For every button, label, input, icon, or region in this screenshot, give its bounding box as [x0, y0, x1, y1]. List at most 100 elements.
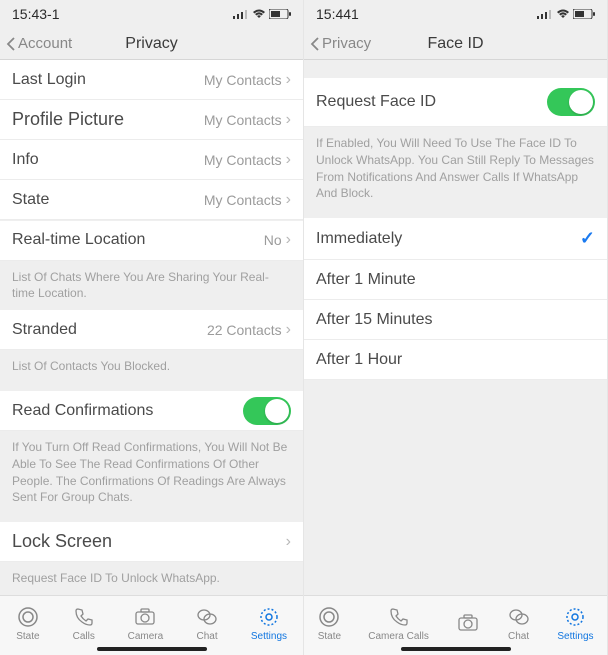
- row-label: After 1 Minute: [316, 271, 416, 289]
- state-icon: [317, 605, 341, 629]
- faceid-screen: 15:441 Privacy Face ID Request Face ID: [304, 0, 608, 655]
- nav-bar: Privacy Face ID: [304, 28, 607, 60]
- state-icon: [16, 605, 40, 629]
- read-confirmations-toggle[interactable]: [243, 397, 291, 425]
- row-label: State: [12, 191, 49, 209]
- row-value: 22 Contacts›: [207, 321, 291, 339]
- chevron-right-icon: ›: [286, 191, 291, 209]
- row-immediately[interactable]: Immediately ✓: [304, 218, 607, 260]
- battery-icon: [269, 9, 291, 19]
- row-value: My Contacts›: [204, 111, 291, 129]
- tab-chat[interactable]: Chat: [507, 605, 531, 642]
- chevron-right-icon: ›: [286, 71, 291, 89]
- chevron-right-icon: ›: [286, 151, 291, 169]
- tab-label: Settings: [557, 631, 593, 642]
- row-label: Real-time Location: [12, 231, 145, 249]
- tab-label: Camera Calls: [368, 631, 429, 642]
- row-label: Info: [12, 151, 39, 169]
- tab-calls[interactable]: Camera Calls: [368, 605, 429, 642]
- wifi-icon: [556, 9, 570, 19]
- tab-bar: State Calls Camera Chat Settings: [0, 595, 303, 655]
- tab-label: Settings: [251, 631, 287, 642]
- lock-screen-desc: Request Face ID To Unlock WhatsApp.: [0, 562, 303, 595]
- request-faceid-toggle[interactable]: [547, 88, 595, 116]
- chat-icon: [195, 605, 219, 629]
- status-icons: [537, 9, 595, 19]
- row-after-1-hour[interactable]: After 1 Hour: [304, 340, 607, 380]
- battery-icon: [573, 9, 595, 19]
- row-profile-picture[interactable]: Profile Picture My Contacts›: [0, 100, 303, 140]
- status-bar: 15:43-1: [0, 0, 303, 28]
- tab-settings[interactable]: Settings: [557, 605, 593, 642]
- row-info[interactable]: Info My Contacts›: [0, 140, 303, 180]
- phone-icon: [72, 605, 96, 629]
- nav-title: Privacy: [125, 35, 177, 53]
- home-indicator: [401, 647, 511, 651]
- status-time: 15:43-1: [12, 6, 59, 22]
- back-button[interactable]: Account: [6, 35, 72, 52]
- tab-label: Chat: [508, 631, 529, 642]
- row-value: My Contacts›: [204, 71, 291, 89]
- row-value: My Contacts›: [204, 191, 291, 209]
- read-confirm-desc: If You Turn Off Read Confirmations, You …: [0, 431, 303, 522]
- chevron-right-icon: ›: [286, 111, 291, 129]
- row-label: After 15 Minutes: [316, 311, 433, 329]
- row-value: No›: [264, 231, 291, 249]
- row-lock-screen[interactable]: Lock Screen ›: [0, 522, 303, 562]
- chat-icon: [507, 605, 531, 629]
- tab-camera[interactable]: Camera: [128, 605, 164, 642]
- row-label: Last Login: [12, 71, 86, 89]
- privacy-screen: 15:43-1 Account Privacy Last Login My Co…: [0, 0, 304, 655]
- camera-icon: [456, 611, 480, 635]
- tab-camera[interactable]: [456, 611, 480, 637]
- chevron-right-icon: ›: [286, 321, 291, 339]
- chevron-left-icon: [310, 36, 320, 52]
- row-label: Profile Picture: [12, 109, 124, 130]
- tab-label: Calls: [73, 631, 95, 642]
- back-button[interactable]: Privacy: [310, 35, 371, 52]
- nav-title: Face ID: [427, 35, 483, 53]
- tab-state[interactable]: State: [317, 605, 341, 642]
- request-faceid-desc: If Enabled, You Will Need To Use The Fac…: [304, 127, 607, 218]
- tab-label: State: [318, 631, 341, 642]
- gear-icon: [563, 605, 587, 629]
- content: Request Face ID If Enabled, You Will Nee…: [304, 60, 607, 595]
- status-bar: 15:441: [304, 0, 607, 28]
- row-label: Stranded: [12, 321, 77, 339]
- chevron-left-icon: [6, 36, 16, 52]
- tab-state[interactable]: State: [16, 605, 40, 642]
- row-label: Immediately: [316, 230, 402, 248]
- row-value: My Contacts›: [204, 151, 291, 169]
- tab-label: Camera: [128, 631, 164, 642]
- stranded-desc: List Of Contacts You Blocked.: [0, 350, 303, 391]
- tab-settings[interactable]: Settings: [251, 605, 287, 642]
- tab-chat[interactable]: Chat: [195, 605, 219, 642]
- nav-bar: Account Privacy: [0, 28, 303, 60]
- signal-icon: [233, 9, 249, 19]
- tab-calls[interactable]: Calls: [72, 605, 96, 642]
- phone-icon: [387, 605, 411, 629]
- row-last-login[interactable]: Last Login My Contacts›: [0, 60, 303, 100]
- row-after-1-minute[interactable]: After 1 Minute: [304, 260, 607, 300]
- chevron-right-icon: ›: [286, 533, 291, 551]
- row-label: Request Face ID: [316, 93, 436, 111]
- tab-label: Chat: [196, 631, 217, 642]
- status-icons: [233, 9, 291, 19]
- row-label: Lock Screen: [12, 531, 112, 552]
- row-label: Read Confirmations: [12, 402, 153, 420]
- signal-icon: [537, 9, 553, 19]
- tab-bar: State Camera Calls Chat Settings: [304, 595, 607, 655]
- back-label: Account: [18, 35, 72, 52]
- row-realtime-location[interactable]: Real-time Location No›: [0, 221, 303, 261]
- row-after-15-minutes[interactable]: After 15 Minutes: [304, 300, 607, 340]
- gear-icon: [257, 605, 281, 629]
- row-request-faceid: Request Face ID: [304, 78, 607, 127]
- row-label: After 1 Hour: [316, 351, 402, 369]
- row-stranded[interactable]: Stranded 22 Contacts›: [0, 310, 303, 350]
- realtime-desc: List Of Chats Where You Are Sharing Your…: [0, 261, 303, 311]
- camera-icon: [133, 605, 157, 629]
- row-state[interactable]: State My Contacts›: [0, 180, 303, 220]
- content: Last Login My Contacts› Profile Picture …: [0, 60, 303, 595]
- status-time: 15:441: [316, 6, 359, 22]
- wifi-icon: [252, 9, 266, 19]
